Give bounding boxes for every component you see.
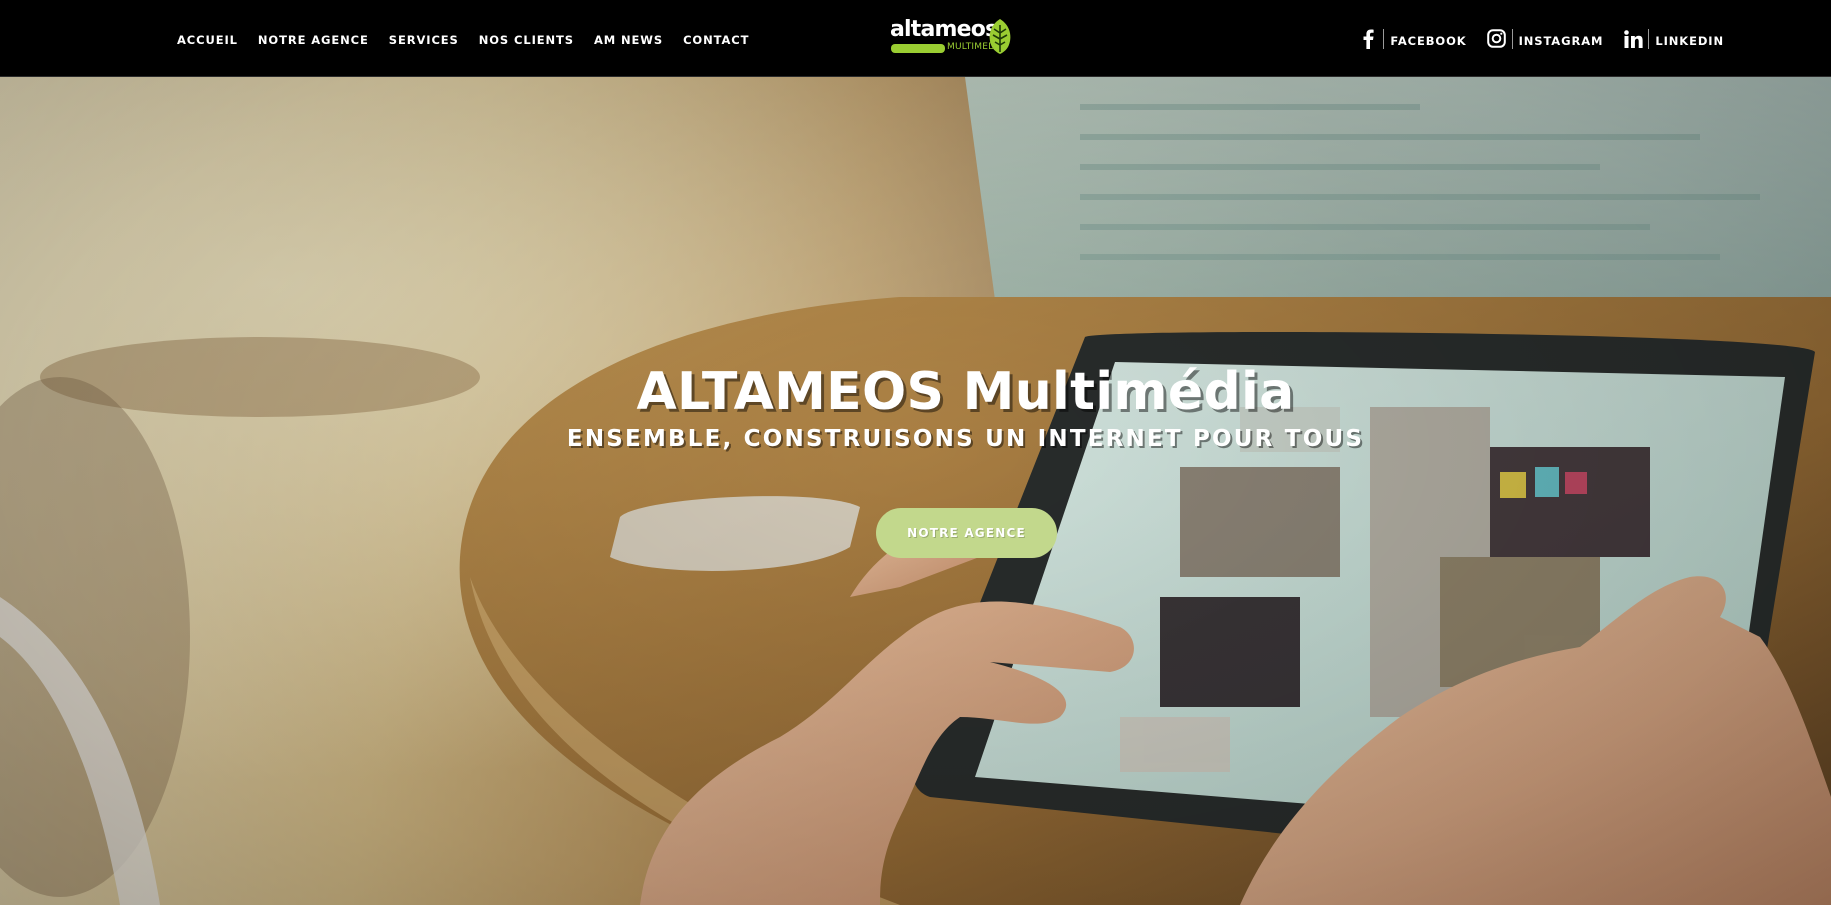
social-label-facebook: FACEBOOK — [1390, 33, 1467, 48]
notre-agence-button[interactable]: NOTRE AGENCE — [876, 508, 1057, 558]
leaf-icon — [989, 19, 1011, 54]
social-separator — [1511, 28, 1513, 49]
nav-item-services: SERVICES — [389, 29, 459, 48]
hero-subtitle: ENSEMBLE, CONSTRUISONS UN INTERNET POUR … — [566, 426, 1365, 452]
social-link-linkedin[interactable]: LINKEDIN — [1623, 28, 1724, 49]
nav-link-services[interactable]: SERVICES — [389, 33, 459, 47]
nav-link-accueil[interactable]: ACCUEIL — [177, 33, 238, 47]
social-link-facebook[interactable]: FACEBOOK — [1358, 28, 1467, 49]
social-link-instagram[interactable]: INSTAGRAM — [1487, 28, 1604, 49]
social-links: FACEBOOK INSTAGRAM LINKEDIN — [1358, 0, 1724, 77]
logo-green-bar — [891, 44, 945, 53]
facebook-icon — [1358, 29, 1378, 49]
site-header: ACCUEIL NOTRE AGENCE SERVICES NOS CLIENT… — [0, 0, 1831, 77]
social-separator — [1648, 28, 1650, 49]
hero-overlay — [0, 77, 1831, 905]
nav-item-notre-agence: NOTRE AGENCE — [258, 29, 369, 48]
nav-item-nos-clients: NOS CLIENTS — [479, 29, 574, 48]
nav-link-contact[interactable]: CONTACT — [683, 33, 749, 47]
site-logo[interactable]: altameos MULTIMEDIA — [890, 17, 1015, 59]
hero-section: ALTAMEOS Multimédia ENSEMBLE, CONSTRUISO… — [0, 77, 1831, 905]
nav-link-am-news[interactable]: AM NEWS — [594, 33, 663, 47]
nav-item-contact: CONTACT — [683, 29, 749, 48]
nav-item-am-news: AM NEWS — [594, 29, 663, 48]
nav-item-accueil: ACCUEIL — [177, 29, 238, 48]
logo-wordmark: altameos — [890, 17, 998, 42]
instagram-icon — [1487, 29, 1507, 49]
social-label-linkedin: LINKEDIN — [1655, 33, 1724, 48]
social-separator — [1383, 28, 1385, 49]
main-navigation: ACCUEIL NOTRE AGENCE SERVICES NOS CLIENT… — [177, 0, 749, 77]
nav-link-nos-clients[interactable]: NOS CLIENTS — [479, 33, 574, 47]
social-label-instagram: INSTAGRAM — [1518, 33, 1604, 48]
nav-link-notre-agence[interactable]: NOTRE AGENCE — [258, 33, 369, 47]
hero-title: ALTAMEOS Multimédia — [636, 362, 1295, 422]
linkedin-icon — [1623, 29, 1643, 49]
